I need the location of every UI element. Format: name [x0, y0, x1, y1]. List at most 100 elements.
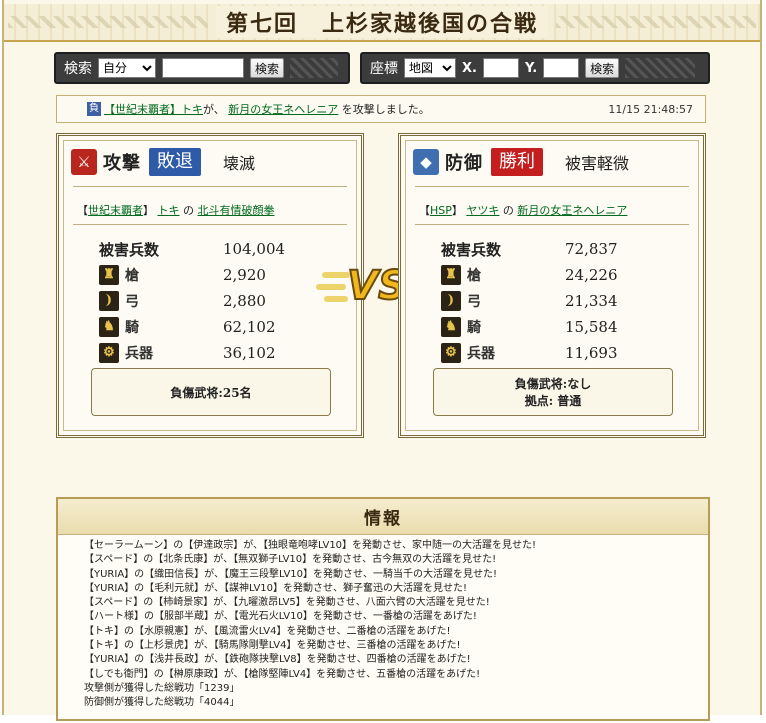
info-list: 【セーラームーン】の【伊達政宗】が、【独眼竜咆哮LV10】を発動させ、家中随一の…	[58, 535, 708, 711]
attack-stats: 被害兵数 104,004 ♜ 槍 2,920 ) 弓 2,880 ♞ 騎 62,102…	[99, 236, 339, 366]
attack-general-link[interactable]: 北斗有情破顔拳	[198, 204, 275, 217]
defense-stats: 被害兵数 72,837 ♜ 槍 24,226 ) 弓 21,334 ♞ 騎 15,58…	[441, 236, 681, 366]
siege-weapon-icon: ⚙	[441, 343, 461, 363]
defeat-badge: 負	[87, 102, 101, 116]
attack-player-link[interactable]: トキ	[158, 204, 180, 217]
defense-damage-level: 被害軽微	[565, 154, 630, 173]
x-input[interactable]	[482, 58, 519, 78]
defense-unit-value: 15,584	[565, 318, 618, 336]
defense-unit-value: 24,226	[565, 266, 618, 284]
search-scope-select[interactable]: 自分	[98, 58, 156, 78]
attack-unit-row: ♞ 騎 62,102	[99, 314, 339, 340]
bow-icon: )	[441, 291, 461, 311]
attack-unit-value: 62,102	[223, 318, 276, 336]
defense-alliance-link[interactable]: HSP	[430, 204, 452, 217]
search-bar: 検索 自分 検索	[54, 52, 350, 84]
defense-total-row: 被害兵数 72,837	[441, 236, 681, 262]
search-label: 検索	[64, 61, 92, 77]
info-line: 【YURIA】の【浅井長政】が、【鉄砲隊挟撃LV8】を発動させ、四番槍の活躍をあ…	[84, 654, 471, 666]
log-target-link[interactable]: 新月の女王ネヘレニア	[228, 101, 338, 117]
attack-unit-value: 36,102	[223, 344, 276, 362]
spear-icon: ♜	[99, 265, 119, 285]
info-title: 情報	[58, 499, 708, 535]
x-label: X.	[462, 60, 477, 76]
battle-report-page: 第七回 上杉家越後国の合戦 検索 自分 検索 座標 地図 X. Y. 検索 負 …	[2, 0, 762, 721]
attack-unit-name: 兵器	[125, 346, 153, 362]
defense-particle: の	[502, 204, 514, 217]
attack-role-label: 攻撃	[103, 153, 141, 174]
attack-damage-level: 壊滅	[223, 154, 256, 173]
defense-unit-name: 騎	[467, 320, 481, 336]
info-line: 【YURIA】の【織田信長】が、【魔王三段撃LV10】を発動させ、一騎当千の大活…	[84, 568, 498, 580]
defense-total-label: 被害兵数	[441, 240, 502, 259]
attack-commander: 【世紀末覇者】 トキ の 北斗有情破顔拳	[77, 202, 275, 218]
attack-bracket-close: 】	[143, 204, 154, 217]
search-input[interactable]	[162, 58, 244, 78]
attack-unit-value: 2,920	[223, 266, 266, 284]
y-label: Y.	[524, 60, 538, 76]
attack-unit-row: ) 弓 2,880	[99, 288, 339, 314]
attack-unit-row: ♜ 槍 2,920	[99, 262, 339, 288]
defense-injury-box: 負傷武将:なし 拠点: 普通	[433, 368, 673, 416]
defense-divider-2	[415, 224, 689, 225]
title-decoration-right	[556, 16, 756, 28]
defense-unit-name: 兵器	[467, 346, 495, 362]
attack-injured-generals: 負傷武将:25名	[170, 385, 252, 400]
log-alliance-link[interactable]: 【世紀末覇者】	[104, 101, 181, 117]
defense-base-status: 拠点: 普通	[524, 394, 582, 408]
defense-total-value: 72,837	[565, 240, 618, 258]
defense-bracket-close: 】	[451, 204, 463, 217]
coordinate-bar-decoration	[625, 58, 696, 78]
coordinate-search-button[interactable]: 検索	[585, 58, 620, 78]
info-line: 【ハート様】の【服部半蔵】が、【電光石火LV10】を発動させ、一番槍の活躍をあげ…	[84, 611, 477, 623]
attack-unit-row: ⚙ 兵器 36,102	[99, 340, 339, 366]
defense-panel: ◆ 防御 勝利 被害軽微 【HSP】 ヤツキ の 新月の女王ネヘレニア 被害兵数…	[398, 133, 706, 438]
bow-icon: )	[99, 291, 119, 311]
siege-weapon-icon: ⚙	[99, 343, 119, 363]
horse-icon: ♞	[441, 317, 461, 337]
attack-merit-total: 攻撃側が獲得した総戦功「1239」	[84, 682, 240, 694]
defense-unit-row: ♞ 騎 15,584	[441, 314, 681, 340]
coordinate-bar: 座標 地図 X. Y. 検索	[360, 52, 710, 84]
attack-header: ⚔ 攻撃 敗退 壊滅	[71, 148, 255, 176]
coordinate-label: 座標	[370, 61, 398, 77]
attack-divider	[73, 186, 347, 187]
attack-unit-name: 騎	[125, 320, 139, 336]
defense-divider	[415, 186, 689, 187]
spear-icon: ♜	[441, 265, 461, 285]
y-input[interactable]	[543, 58, 580, 78]
horse-icon: ♞	[99, 317, 119, 337]
coordinate-map-select[interactable]: 地図	[404, 58, 456, 78]
defense-unit-value: 11,693	[565, 344, 618, 362]
attack-total-label: 被害兵数	[99, 240, 160, 259]
defense-commander: 【HSP】 ヤツキ の 新月の女王ネヘレニア	[419, 202, 627, 218]
defense-unit-row: ♜ 槍 24,226	[441, 262, 681, 288]
attack-total-value: 104,004	[223, 240, 286, 258]
attack-total-row: 被害兵数 104,004	[99, 236, 339, 262]
search-button[interactable]: 検索	[250, 58, 285, 78]
attack-result-badge: 敗退	[149, 148, 201, 176]
defense-unit-value: 21,334	[565, 292, 618, 310]
attack-alliance-link[interactable]: 世紀末覇者	[88, 204, 143, 217]
attack-particle: の	[183, 204, 194, 217]
info-line: 【セーラームーン】の【伊達政宗】が、【独眼竜咆哮LV10】を発動させ、家中随一の…	[84, 540, 537, 551]
attack-unit-name: 弓	[125, 294, 139, 310]
defense-player-link[interactable]: ヤツキ	[466, 204, 499, 217]
attack-injury-box: 負傷武将:25名	[91, 368, 331, 416]
log-particle: が、	[203, 103, 225, 116]
info-line: 【YURIA】の【毛利元就】が、【謀神LV10】を発動させ、獅子奮迅の大活躍を見…	[84, 582, 468, 594]
defense-unit-row: ⚙ 兵器 11,693	[441, 340, 681, 366]
page-title: 第七回 上杉家越後国の合戦	[215, 6, 548, 38]
defense-bracket-open: 【	[419, 204, 430, 217]
info-line: 【スペード】の【北条氏康】が、【無双獅子LV10】を発動させ、古今無双の大活躍を…	[84, 554, 497, 566]
info-line: 【スペード】の【柿崎景家】が、【九曜激昂LV5】を発動させ、八面六臂の大活躍を見…	[84, 597, 490, 609]
title-bar: 第七回 上杉家越後国の合戦	[4, 4, 760, 42]
log-player-link[interactable]: トキ	[181, 101, 203, 117]
attack-bracket-open: 【	[77, 204, 88, 217]
defense-merit-total: 防御側が獲得した総戦功「4044」	[84, 697, 240, 709]
defense-injured-generals: 負傷武将:なし	[514, 377, 592, 391]
info-line: 【トキ】の【水原親憲】が、【風流雷火LV4】を発動させ、二番槍の活躍をあげた!	[84, 625, 451, 637]
shield-icon: ◆	[413, 149, 439, 175]
log-timestamp: 11/15 21:48:57	[608, 102, 693, 116]
defense-general-link[interactable]: 新月の女王ネヘレニア	[517, 204, 627, 217]
